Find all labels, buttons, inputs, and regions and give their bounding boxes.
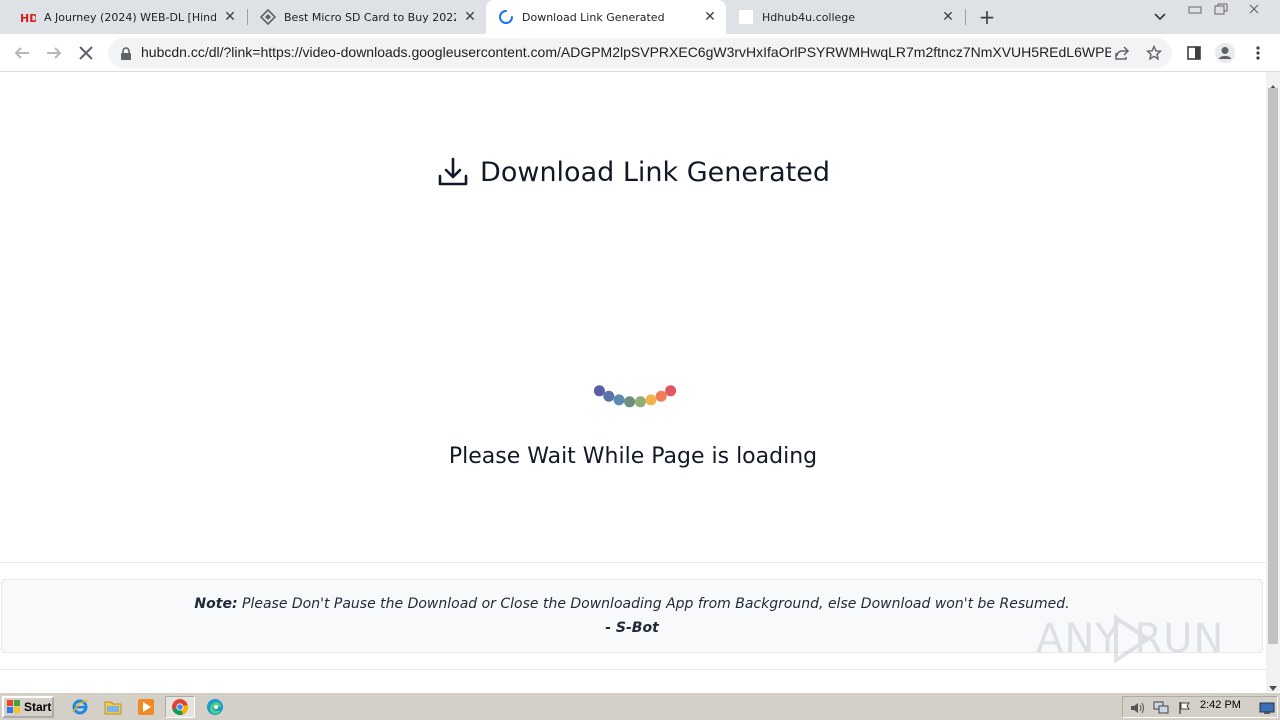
tab-micro-sd[interactable]: Best Micro SD Card to Buy 2022 – Of ✕ bbox=[248, 0, 486, 34]
start-label: Start bbox=[24, 700, 52, 714]
scroll-down-arrow-icon[interactable] bbox=[1268, 678, 1278, 691]
url-text[interactable]: hubcdn.cc/dl/?link=https://video-downloa… bbox=[141, 44, 1111, 60]
loader-dot bbox=[624, 396, 636, 408]
side-panel-icon[interactable] bbox=[1182, 41, 1206, 65]
tab-separator bbox=[965, 9, 966, 25]
edge-icon[interactable] bbox=[205, 697, 225, 717]
watermark-play-icon bbox=[1114, 614, 1152, 664]
svg-text:HD: HD bbox=[20, 12, 36, 23]
tab-title: Download Link Generated bbox=[522, 10, 665, 24]
loader-dot bbox=[613, 394, 625, 406]
internet-explorer-icon[interactable] bbox=[70, 697, 90, 717]
loader-dot bbox=[655, 390, 667, 402]
close-tab-icon[interactable]: ✕ bbox=[222, 9, 238, 25]
close-tab-icon[interactable]: ✕ bbox=[940, 9, 956, 25]
file-explorer-icon[interactable] bbox=[103, 697, 123, 717]
show-desktop-icon[interactable] bbox=[1259, 700, 1275, 716]
address-bar[interactable]: hubcdn.cc/dl/?link=https://video-downloa… bbox=[108, 38, 1172, 68]
volume-icon[interactable] bbox=[1129, 700, 1145, 716]
note-label: Note: bbox=[194, 596, 238, 612]
close-tab-icon[interactable]: ✕ bbox=[462, 9, 478, 25]
download-icon bbox=[436, 155, 470, 189]
watermark: ANY RUN bbox=[1036, 608, 1236, 668]
menu-kebab-icon[interactable] bbox=[1246, 41, 1270, 65]
back-arrow-icon[interactable] bbox=[10, 41, 34, 65]
divider bbox=[0, 669, 1266, 670]
divider bbox=[0, 562, 1266, 563]
clock: 2:42 PM bbox=[1200, 699, 1241, 711]
tab-title: Hdhub4u.college bbox=[762, 10, 856, 24]
tab-title: A Journey (2024) WEB-DL [Hindi (OR bbox=[44, 10, 216, 24]
new-tab-button[interactable]: + bbox=[976, 5, 998, 29]
tab-strip: HD A Journey (2024) WEB-DL [Hindi (OR ✕ … bbox=[0, 0, 1280, 34]
restore-icon[interactable] bbox=[1210, 1, 1232, 17]
loader-dot bbox=[593, 385, 605, 397]
tab-download-link[interactable]: Download Link Generated ✕ bbox=[486, 0, 726, 34]
tab-search-chevron-icon[interactable] bbox=[1150, 8, 1170, 26]
loading-message: Please Wait While Page is loading bbox=[448, 444, 818, 469]
blank-favicon-icon bbox=[738, 9, 754, 25]
close-window-icon[interactable] bbox=[1243, 1, 1265, 17]
minimize-icon[interactable] bbox=[1184, 1, 1206, 17]
loading-spinner-icon bbox=[498, 9, 514, 25]
page-heading: Download Link Generated bbox=[0, 155, 1266, 189]
page-scrollbar[interactable] bbox=[1266, 72, 1280, 692]
forward-arrow-icon[interactable] bbox=[42, 41, 66, 65]
loader-dot bbox=[645, 394, 657, 406]
loading-spinner bbox=[593, 385, 677, 408]
action-center-flag-icon[interactable] bbox=[1177, 700, 1193, 716]
stop-loading-icon[interactable] bbox=[74, 41, 98, 65]
chrome-taskbar-icon[interactable] bbox=[165, 696, 195, 718]
page-title: Download Link Generated bbox=[480, 156, 830, 188]
share-icon[interactable] bbox=[1113, 44, 1131, 62]
loader-dot bbox=[603, 390, 615, 402]
taskbar: Start 2:42 PM bbox=[0, 692, 1280, 720]
tab-journey[interactable]: HD A Journey (2024) WEB-DL [Hindi (OR ✕ bbox=[8, 0, 246, 34]
page-content: Download Link Generated Please Wait Whil… bbox=[0, 72, 1266, 692]
scrollbar-thumb[interactable] bbox=[1268, 88, 1278, 644]
diamond-favicon-icon bbox=[260, 9, 276, 25]
profile-avatar-icon[interactable] bbox=[1213, 41, 1237, 65]
lock-icon[interactable] bbox=[119, 46, 133, 60]
loader-dot bbox=[634, 396, 646, 408]
bookmark-star-icon[interactable] bbox=[1145, 44, 1163, 62]
tab-hdhub4u[interactable]: Hdhub4u.college ✕ bbox=[726, 0, 964, 34]
note-message: Please Don't Pause the Download or Close… bbox=[237, 596, 1070, 612]
start-button[interactable]: Start bbox=[2, 696, 54, 718]
media-player-icon[interactable] bbox=[136, 697, 156, 717]
windows-flag-icon bbox=[7, 700, 21, 714]
close-tab-icon[interactable]: ✕ bbox=[702, 9, 718, 25]
network-icon[interactable] bbox=[1153, 700, 1169, 716]
hd-favicon-icon: HD bbox=[20, 9, 36, 25]
browser-toolbar: hubcdn.cc/dl/?link=https://video-downloa… bbox=[0, 34, 1280, 72]
tab-title: Best Micro SD Card to Buy 2022 – Of bbox=[284, 10, 456, 24]
scroll-up-arrow-icon[interactable] bbox=[1268, 76, 1278, 90]
loader-dot bbox=[665, 385, 677, 397]
